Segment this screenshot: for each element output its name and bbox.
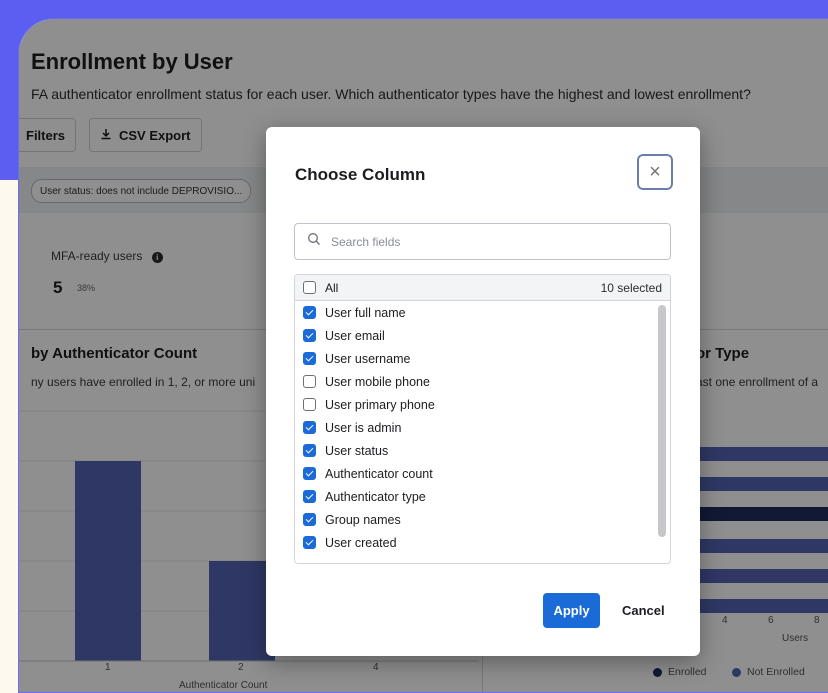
field-label: User email <box>325 328 385 343</box>
field-label: Authenticator type <box>325 489 426 504</box>
field-label: User is admin <box>325 420 402 435</box>
close-icon: × <box>649 160 661 183</box>
select-all-label: All <box>325 280 339 295</box>
field-row[interactable]: User email <box>295 324 655 347</box>
field-checkbox[interactable] <box>303 444 316 457</box>
list-scrollbar[interactable] <box>656 303 668 561</box>
search-input[interactable] <box>329 233 653 250</box>
field-label: User full name <box>325 305 406 320</box>
field-checkbox[interactable] <box>303 513 316 526</box>
dialog-title: Choose Column <box>295 165 426 184</box>
cancel-button[interactable]: Cancel <box>616 593 668 628</box>
search-icon <box>307 232 321 251</box>
field-label: User created <box>325 535 397 550</box>
field-label: User status <box>325 443 389 458</box>
field-list: All 10 selected User full name User email… <box>294 274 671 564</box>
field-rows: User full name User email User username Use… <box>295 301 655 554</box>
field-label: User username <box>325 351 411 366</box>
field-checkbox[interactable] <box>303 467 316 480</box>
field-row[interactable]: User username <box>295 347 655 370</box>
field-row[interactable]: Authenticator type <box>295 485 655 508</box>
search-field[interactable] <box>294 223 671 260</box>
app-window: Enrollment by User FA authenticator enro… <box>18 18 828 693</box>
field-row[interactable]: User status <box>295 439 655 462</box>
field-label: Group names <box>325 512 401 527</box>
field-checkbox[interactable] <box>303 421 316 434</box>
field-row[interactable]: User is admin <box>295 416 655 439</box>
field-checkbox[interactable] <box>303 490 316 503</box>
choose-column-dialog: Choose Column × All 10 selected User ful… <box>266 127 700 656</box>
field-checkbox[interactable] <box>303 398 316 411</box>
report-page: Enrollment by User FA authenticator enro… <box>19 19 828 692</box>
field-label: Authenticator count <box>325 466 433 481</box>
field-checkbox[interactable] <box>303 536 316 549</box>
field-row[interactable]: Group names <box>295 508 655 531</box>
field-row[interactable]: User created <box>295 531 655 554</box>
field-checkbox[interactable] <box>303 306 316 319</box>
select-all-row[interactable]: All 10 selected <box>295 275 670 301</box>
scrollbar-thumb[interactable] <box>658 305 666 537</box>
field-label: User primary phone <box>325 397 435 412</box>
field-row[interactable]: User full name <box>295 301 655 324</box>
field-row[interactable]: User primary phone <box>295 393 655 416</box>
field-checkbox[interactable] <box>303 329 316 342</box>
close-button[interactable]: × <box>636 153 674 191</box>
field-checkbox[interactable] <box>303 352 316 365</box>
field-row[interactable]: Authenticator count <box>295 462 655 485</box>
field-label: User mobile phone <box>325 374 430 389</box>
selected-count: 10 selected <box>600 280 662 295</box>
field-row[interactable]: User mobile phone <box>295 370 655 393</box>
apply-button[interactable]: Apply <box>543 593 600 628</box>
field-checkbox[interactable] <box>303 375 316 388</box>
select-all-checkbox[interactable] <box>303 281 316 294</box>
